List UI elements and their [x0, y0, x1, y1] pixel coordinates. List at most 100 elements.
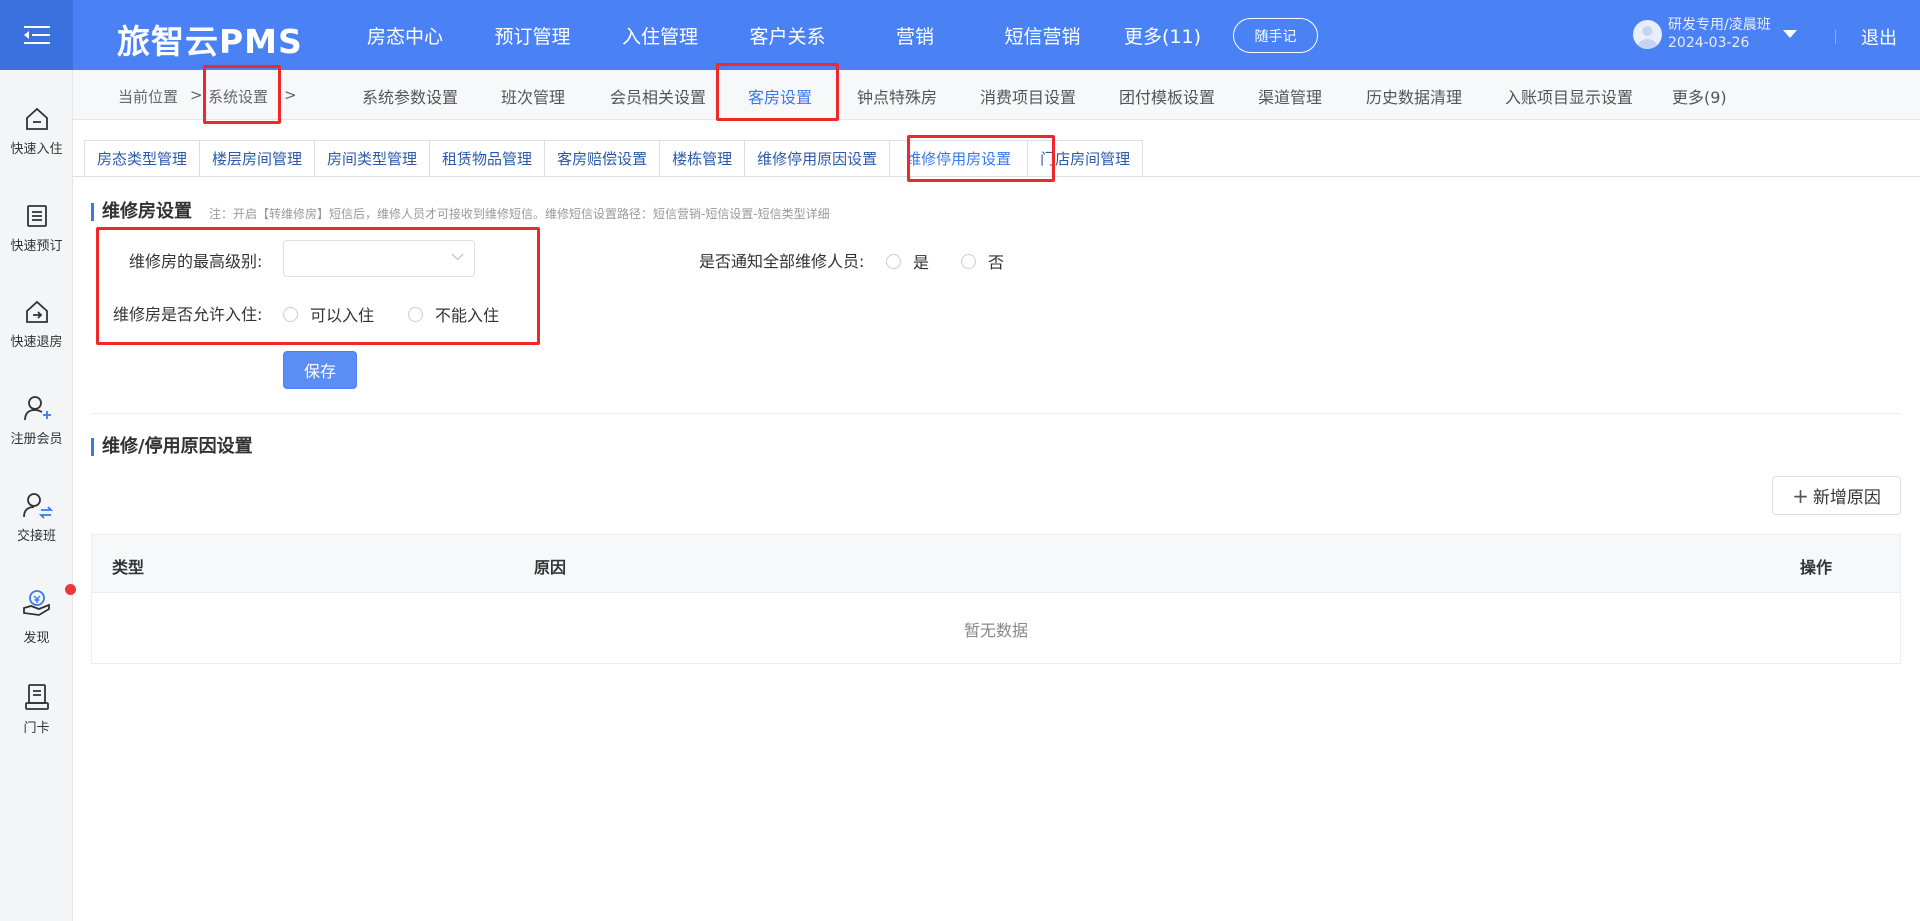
breadcrumb-separator: > — [284, 86, 297, 104]
tabs-divider — [73, 176, 1920, 177]
sidebar-item-label: 发现 — [23, 631, 50, 646]
breadcrumb-label: 当前位置 — [118, 88, 179, 106]
nav-booking[interactable]: 预订管理 — [470, 22, 595, 49]
subnav-history-cleanup[interactable]: 历史数据清理 — [1366, 84, 1462, 108]
tab-rental-items[interactable]: 租赁物品管理 — [429, 140, 545, 177]
breadcrumb: 当前位置 > 系统设置 > 系统参数设置 班次管理 会员相关设置 客房设置 钟点… — [73, 70, 1920, 120]
sidebar-item-door-card[interactable]: 门卡 — [0, 682, 73, 736]
sidebar-item-quick-checkin[interactable]: 快速入住 — [0, 105, 73, 157]
tab-floor-rooms[interactable]: 楼层房间管理 — [199, 140, 315, 177]
subnav-group-templates[interactable]: 团付模板设置 — [1119, 84, 1215, 108]
tab-repair-reasons[interactable]: 维修停用原因设置 — [744, 140, 890, 177]
tab-buildings[interactable]: 楼栋管理 — [659, 140, 745, 177]
plus-icon: + — [1792, 483, 1809, 508]
sidebar-item-label: 快速入住 — [10, 142, 63, 157]
nav-crm[interactable]: 客户关系 — [725, 22, 850, 49]
user-menu[interactable]: 研发专用/凌晨班 2024-03-26 — [1633, 16, 1797, 52]
notification-dot — [64, 584, 76, 595]
tab-room-types[interactable]: 房间类型管理 — [314, 140, 430, 177]
column-header-actions: 操作 — [1800, 558, 1833, 577]
max-level-select[interactable] — [283, 240, 475, 277]
user-date: 2024-03-26 — [1668, 35, 1750, 51]
subnav-posting-display[interactable]: 入账项目显示设置 — [1505, 84, 1633, 108]
brand-logo: 旅智云PMS — [117, 22, 303, 61]
shift-change-icon — [22, 493, 53, 519]
nav-marketing[interactable]: 营销 — [850, 22, 980, 49]
avatar — [1633, 19, 1662, 49]
notify-yes-label: 是 — [913, 253, 930, 272]
notify-no-radio[interactable]: 否 — [961, 249, 1004, 273]
sidebar-item-label: 注册会员 — [10, 432, 63, 447]
hamburger-icon — [23, 26, 50, 44]
subnav-room-settings[interactable]: 客房设置 — [748, 84, 812, 108]
sidebar-item-label: 快速预订 — [10, 239, 63, 254]
column-header-type: 类型 — [112, 558, 145, 577]
max-level-label: 维修房的最高级别: — [129, 252, 263, 271]
settings-tabs: 房态类型管理 楼层房间管理 房间类型管理 租赁物品管理 客房赔偿设置 楼栋管理 … — [84, 140, 1144, 177]
door-card-icon — [24, 684, 49, 710]
user-avatar-icon — [1637, 25, 1658, 49]
table-empty-text: 暂无数据 — [963, 620, 1028, 640]
user-name: 研发专用/凌晨班 — [1668, 17, 1771, 33]
table-header: 类型 原因 操作 — [92, 535, 1900, 593]
top-nav: 房态中心 预订管理 入住管理 客户关系 营销 短信营销 更多(11) — [340, 0, 1220, 70]
nav-sms-marketing[interactable]: 短信营销 — [980, 22, 1105, 49]
header-divider — [1835, 30, 1836, 44]
home-in-icon — [25, 107, 48, 130]
section-title-repair-settings: 维修房设置 — [91, 203, 192, 221]
subnav-channel-management[interactable]: 渠道管理 — [1258, 84, 1322, 108]
sidebar-item-label: 门卡 — [23, 721, 50, 736]
checkout-icon — [25, 300, 48, 323]
subnav-hourly-rooms[interactable]: 钟点特殊房 — [857, 84, 937, 108]
top-bar: 旅智云PMS 房态中心 预订管理 入住管理 客户关系 营销 短信营销 更多(11… — [0, 0, 1920, 70]
tab-store-rooms[interactable]: 门店房间管理 — [1027, 140, 1144, 177]
notify-yes-radio[interactable]: 是 — [886, 249, 929, 273]
allow-checkin-label: 维修房是否允许入住: — [113, 305, 263, 324]
notify-no-label: 否 — [988, 253, 1005, 272]
allow-checkin-no-label: 不能入住 — [435, 306, 500, 325]
nav-room-status[interactable]: 房态中心 — [340, 22, 470, 49]
reason-table: 类型 原因 操作 暂无数据 — [91, 534, 1901, 664]
tab-room-status-types[interactable]: 房态类型管理 — [84, 140, 200, 177]
section-title-reason-settings: 维修/停用原因设置 — [91, 438, 253, 456]
chevron-down-icon — [451, 253, 464, 261]
radio-circle — [283, 306, 298, 322]
nav-more[interactable]: 更多(11) — [1105, 22, 1220, 49]
subnav-consumption-items[interactable]: 消费项目设置 — [980, 84, 1076, 108]
breadcrumb-separator: > — [190, 86, 203, 104]
subnav-shift-management[interactable]: 班次管理 — [501, 84, 565, 108]
subnav-more[interactable]: 更多(9) — [1672, 84, 1727, 108]
tab-repair-rooms[interactable]: 维修停用房设置 — [889, 140, 1028, 177]
logout-button[interactable]: 退出 — [1861, 24, 1897, 50]
sidebar-item-shift-change[interactable]: 交接班 — [0, 490, 73, 544]
repair-settings-note: 注：开启【转维修房】短信后，维修人员才可接收到维修短信。维修短信设置路径：短信营… — [209, 207, 830, 221]
discover-icon — [22, 590, 50, 616]
sidebar-item-label: 快速退房 — [10, 335, 63, 350]
radio-circle — [408, 306, 423, 322]
subnav-system-params[interactable]: 系统参数设置 — [362, 84, 458, 108]
nav-checkin[interactable]: 入住管理 — [595, 22, 725, 49]
menu-toggle-button[interactable] — [0, 0, 73, 70]
allow-checkin-no-radio[interactable]: 不能入住 — [408, 302, 499, 326]
sidebar-item-quick-checkout[interactable]: 快速退房 — [0, 298, 73, 350]
section-divider — [91, 413, 1901, 414]
caret-down-icon — [1782, 29, 1797, 38]
sidebar-item-quick-booking[interactable]: 快速预订 — [0, 202, 73, 254]
allow-checkin-yes-radio[interactable]: 可以入住 — [283, 302, 374, 326]
subnav-member-settings[interactable]: 会员相关设置 — [610, 84, 706, 108]
add-reason-label: 新增原因 — [1812, 488, 1881, 508]
add-member-icon — [23, 396, 51, 421]
booking-list-icon — [26, 205, 47, 227]
tab-room-compensation[interactable]: 客房赔偿设置 — [544, 140, 660, 177]
sidebar-item-register-member[interactable]: 注册会员 — [0, 393, 73, 447]
radio-circle — [886, 253, 901, 269]
sidebar: 快速入住 快速预订 快速退房 注册会员 交接班 发现 门卡 — [0, 70, 76, 921]
breadcrumb-item-system-settings[interactable]: 系统设置 — [208, 86, 268, 107]
memo-button[interactable]: 随手记 — [1233, 18, 1318, 53]
sidebar-item-discover[interactable]: 发现 — [0, 584, 76, 646]
radio-circle — [961, 253, 976, 269]
save-button[interactable]: 保存 — [283, 351, 357, 389]
notify-label: 是否通知全部维修人员: — [699, 252, 865, 271]
column-header-reason: 原因 — [534, 558, 567, 577]
add-reason-button[interactable]: + 新增原因 — [1772, 476, 1901, 515]
